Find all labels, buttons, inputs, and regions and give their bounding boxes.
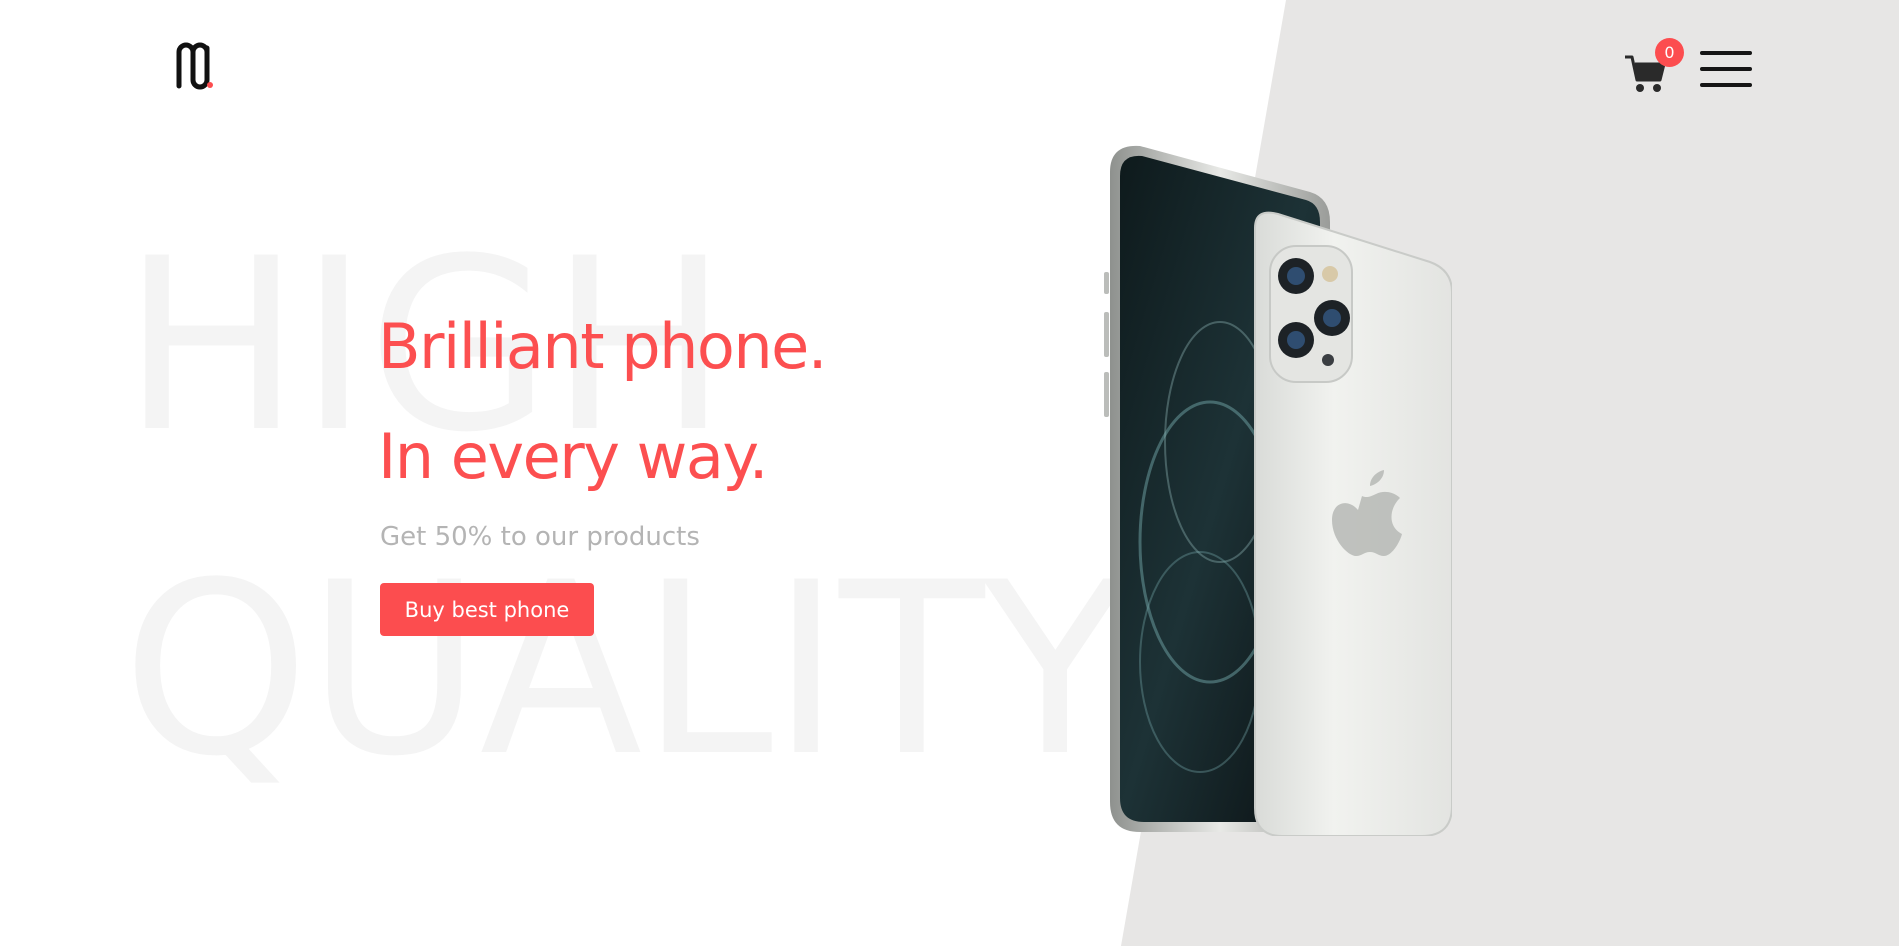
hamburger-menu-icon[interactable] — [1700, 50, 1752, 90]
watermark-text-quality: QUALITY — [122, 532, 1128, 809]
hero-title-line2: In every way. — [378, 420, 768, 493]
buy-best-phone-button[interactable]: Buy best phone — [380, 583, 594, 636]
smartphone-product-image — [1100, 142, 1453, 837]
menu-bar — [1700, 67, 1752, 71]
menu-bar — [1700, 83, 1752, 87]
cart-count-badge: 0 — [1655, 38, 1684, 67]
menu-bar — [1700, 51, 1752, 55]
hero-subtitle: Get 50% to our products — [380, 522, 700, 552]
hero-title-line1: Brilliant phone. — [378, 310, 827, 383]
logo-icon[interactable] — [174, 40, 216, 90]
